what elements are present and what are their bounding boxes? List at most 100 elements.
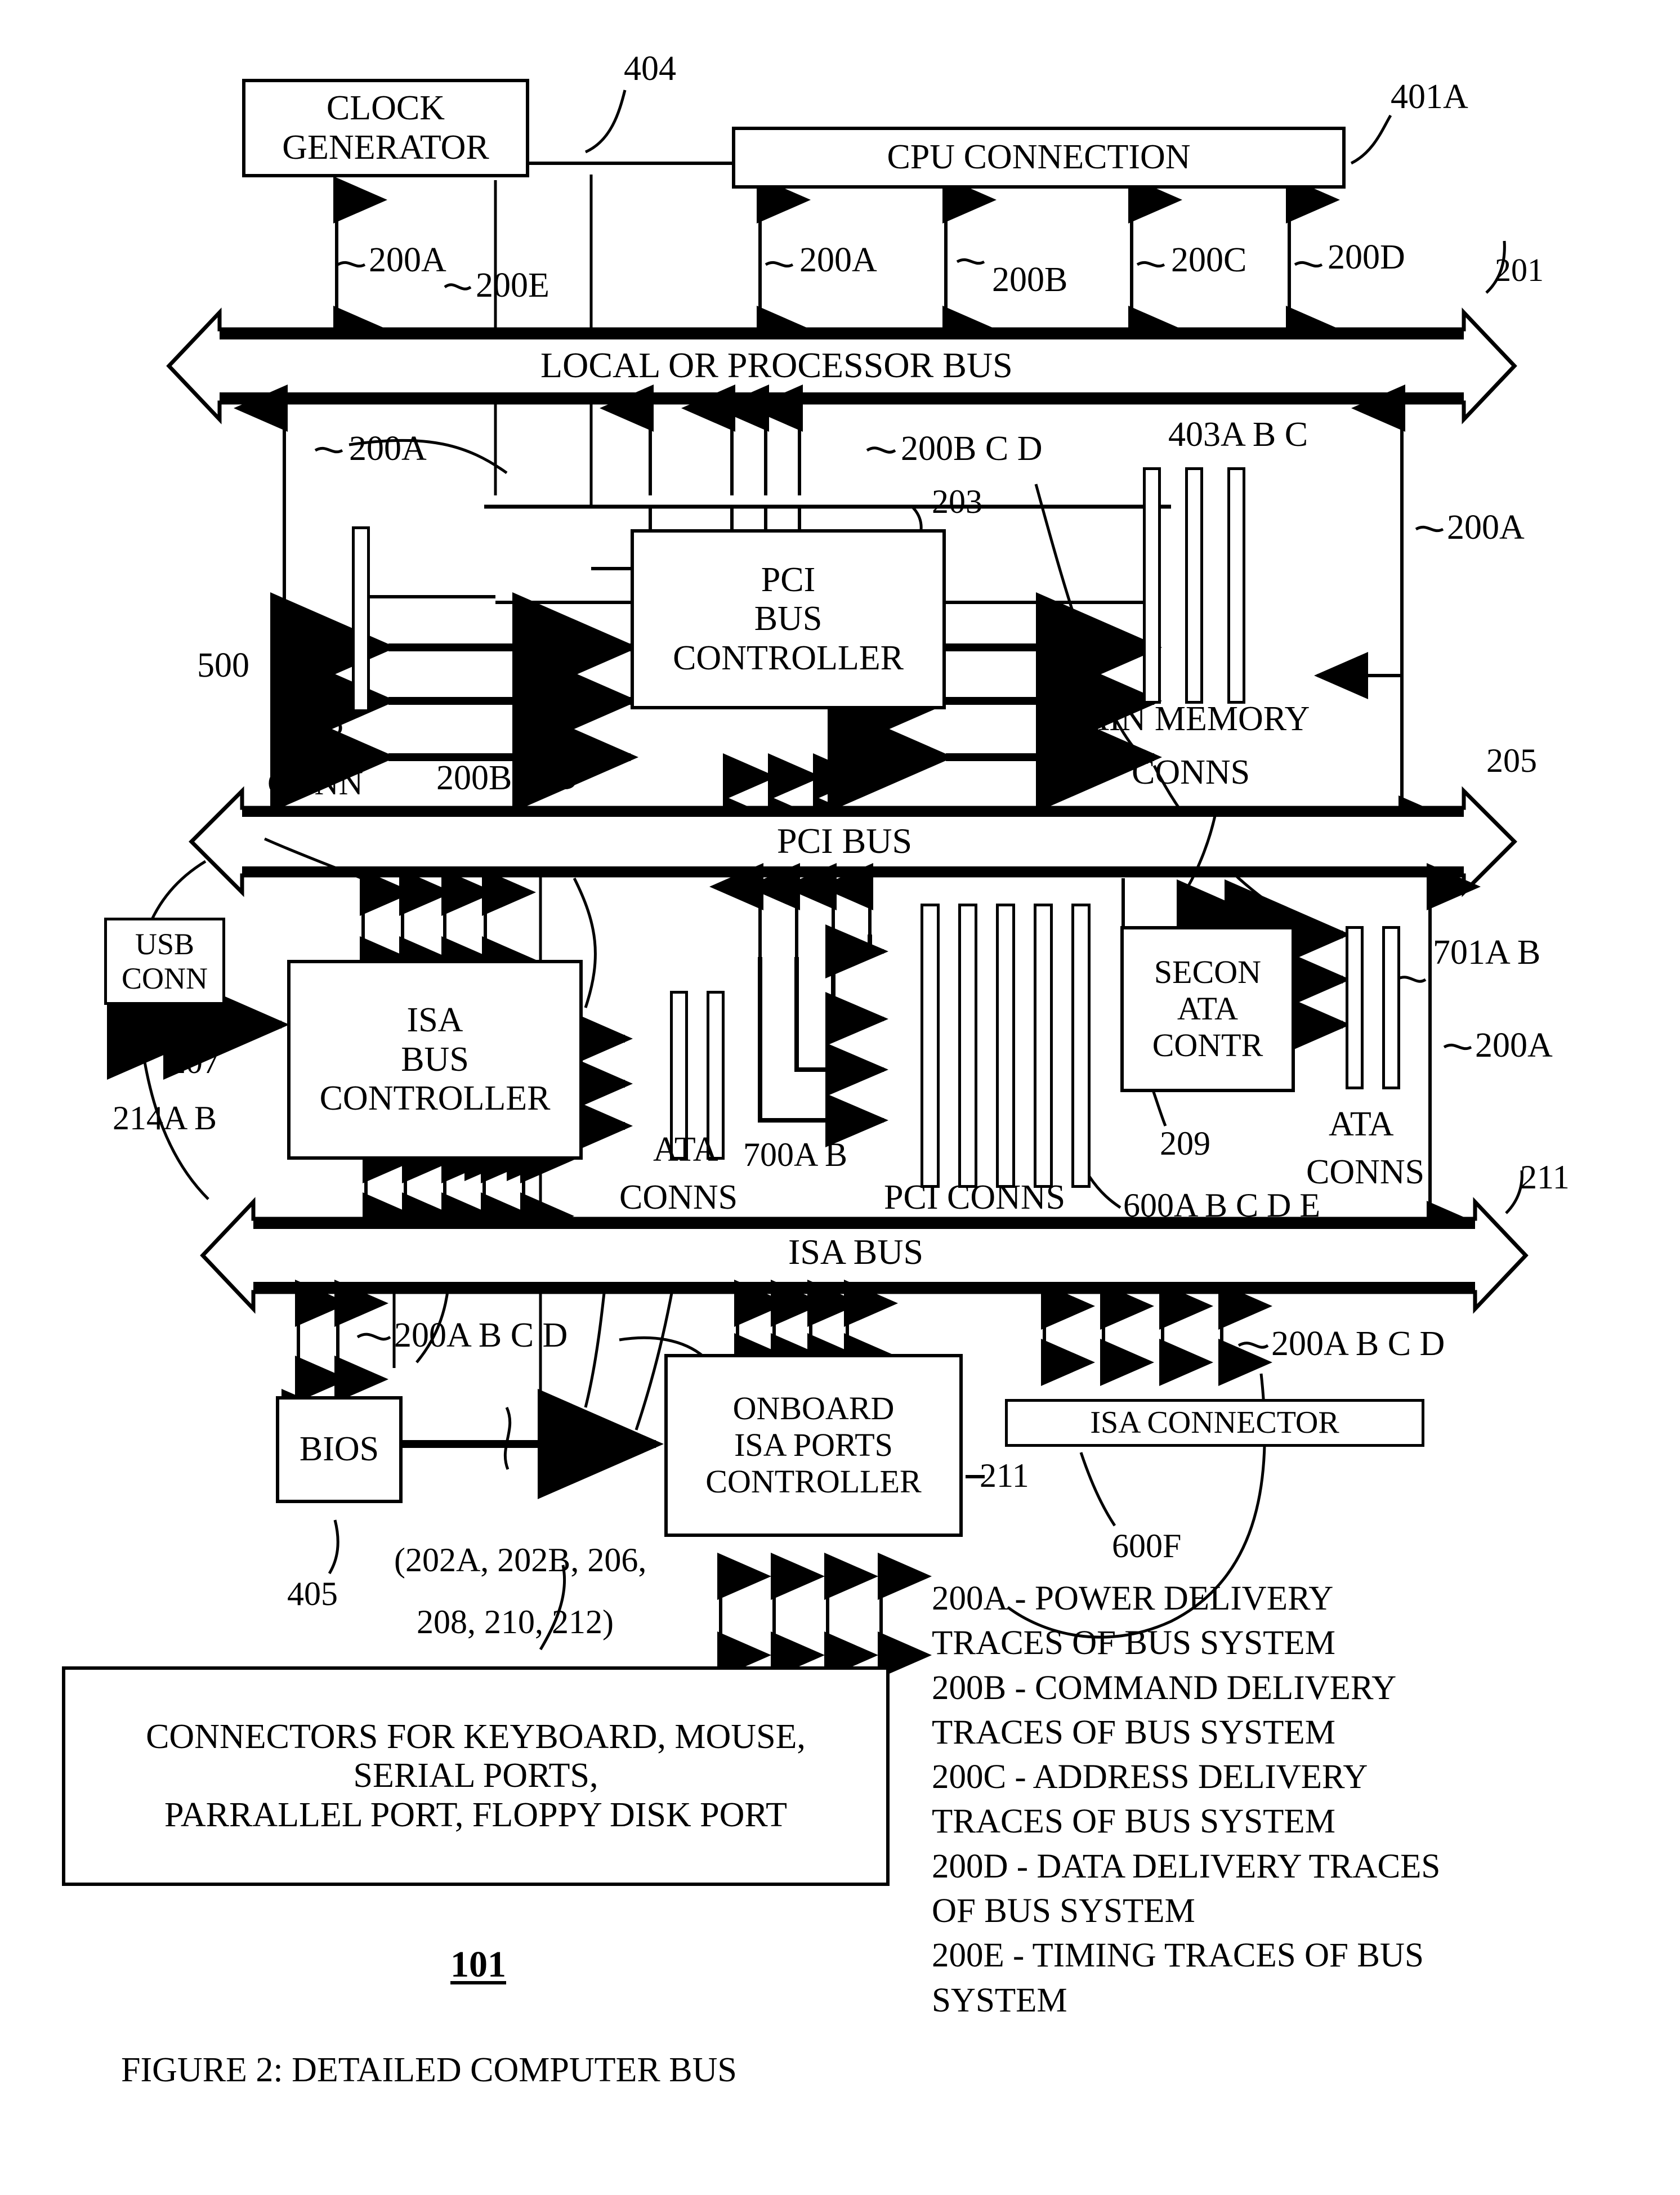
pci-connector-slot-600D [1034,904,1053,1188]
ref-701AB: 701A B [1433,933,1541,972]
secondary-ata-controller-line3: CONTR [1152,1026,1263,1063]
trace-label-200ABCD-right: 200A B C D [1271,1325,1445,1363]
cpu-connection-label: CPU CONNECTION [887,138,1191,177]
ports-group-ref-line1: (202A, 202B, 206, [394,1541,647,1579]
trace-label-200BCD-pci: 200B C D [436,759,578,797]
legend-code: 200B - COMMAND DELIVERY [932,1669,1397,1707]
clock-generator-block: CLOCK GENERATOR [242,79,529,177]
bios-label: BIOS [299,1430,379,1469]
trace-label-200D: 200D [1328,238,1405,276]
trace-label-200ABCD-left: 200A B C D [394,1316,568,1354]
io-connectors-line3: PARRALLEL PORT, FLOPPY DISK PORT [164,1795,787,1834]
pci-bus-controller-line1: PCI [761,560,816,599]
pci-bus-label: PCI BUS [777,821,913,861]
io-connectors-block: CONNECTORS FOR KEYBOARD, MOUSE, SERIAL P… [62,1666,890,1886]
ref-211-leader-dash [966,1475,985,1478]
pci-bus-controller-line3: CONTROLLER [673,638,904,677]
ref-203: 203 [932,483,982,520]
io-connectors-line1: CONNECTORS FOR KEYBOARD, MOUSE, [146,1717,806,1756]
legend-desc: TRACES OF BUS SYSTEM [932,1713,1335,1751]
isa-bus-controller-line3: CONTROLLER [319,1079,551,1118]
ata-conns-left-label-line2: CONNS [619,1178,738,1217]
main-memory-label-line1: MAIN MEMORY [1053,700,1310,738]
isa-bus-controller-line1: ISA [406,1001,463,1040]
bios-block: BIOS [276,1396,403,1503]
isa-connector-block: ISA CONNECTOR [1005,1399,1424,1447]
memory-slot-403A [1143,467,1161,704]
figure-caption: FIGURE 2: DETAILED COMPUTER BUS [121,2051,737,2089]
trace-label-200A-memory: 200A [1447,508,1525,547]
onboard-isa-ports-line3: CONTROLLER [705,1463,922,1500]
agp-connector-slot [352,526,370,712]
onboard-isa-ports-line1: ONBOARD [732,1390,895,1427]
legend-item: 200C - ADDRESS DELIVERY TRACES OF BUS SY… [932,1755,1669,1844]
legend-item: 200E - TIMING TRACES OF BUS SYSTEM [932,1933,1669,2023]
legend-item: 200B - COMMAND DELIVERY TRACES OF BUS SY… [932,1666,1669,1755]
trace-label-200B: 200B [992,261,1068,299]
legend-code: 200D - DATA DELIVERY TRACES [932,1847,1441,1885]
pci-bus-controller-line2: BUS [754,600,823,638]
ata-conns-left-label-line1: ATA [653,1130,718,1169]
legend-desc: OF BUS SYSTEM [932,1892,1195,1930]
legend-code: 200E - TIMING TRACES OF BUS [932,1937,1424,1975]
trace-label-200A-isa: 200A [1475,1026,1553,1065]
pci-connector-slot-600A [921,904,940,1188]
clock-generator-label-line2: GENERATOR [282,128,489,167]
ata-connector-slot-701B [1382,926,1400,1089]
isa-bus-controller-block: ISA BUS CONTROLLER [287,960,583,1160]
pci-conns-label: PCI CONNS [884,1178,1066,1217]
legend-code: 200A - POWER DELIVERY [932,1580,1334,1617]
ref-211-ports: 211 [980,1457,1029,1494]
system-ref-101: 101 [450,1944,506,1985]
memory-slot-403C [1227,467,1245,704]
ref-404: 404 [624,50,676,88]
ref-600F: 600F [1112,1527,1182,1564]
ref-211-bus: 211 [1520,1159,1570,1196]
trace-label-200A-clock: 200A [369,241,446,279]
ref-207: 207 [169,1043,220,1080]
agp-conn-label-line2: CONN [267,765,364,802]
ref-405: 405 [287,1575,338,1612]
trace-label-200BCD-upper: 200B C D [901,430,1043,468]
ref-201: 201 [1495,252,1544,288]
secondary-ata-controller-line2: ATA [1177,990,1239,1027]
ref-500: 500 [197,646,249,685]
legend-code: 200C - ADDRESS DELIVERY [932,1758,1368,1796]
ata-conns-right-label-line2: CONNS [1306,1153,1425,1191]
secondary-ata-controller-block: SECON ATA CONTR [1120,926,1295,1092]
pci-connector-slot-600B [958,904,977,1188]
legend: 200A - POWER DELIVERY TRACES OF BUS SYST… [932,1576,1669,2023]
legend-item: 200A - POWER DELIVERY TRACES OF BUS SYST… [932,1576,1669,1666]
legend-desc: TRACES OF BUS SYSTEM [932,1624,1335,1662]
io-connectors-line2: SERIAL PORTS, [353,1756,598,1795]
legend-desc: SYSTEM [932,1981,1067,2019]
ref-214AB: 214A B [113,1099,217,1137]
agp-conn-label-line1: AGP [276,714,344,751]
patent-figure-2: CLOCK GENERATOR CPU CONNECTION PCI BUS C… [0,0,1680,2195]
pci-connector-slot-600E [1071,904,1091,1188]
trace-label-200E: 200E [476,266,549,305]
onboard-isa-ports-line2: ISA PORTS [734,1427,893,1464]
ref-209: 209 [1160,1125,1210,1162]
isa-bus-controller-line2: BUS [401,1040,469,1079]
legend-desc: TRACES OF BUS SYSTEM [932,1803,1335,1841]
memory-slot-403B [1185,467,1203,704]
ports-group-ref-line2: 208, 210, 212) [417,1603,614,1640]
usb-connector-line1: USB [135,927,195,962]
ref-205: 205 [1486,742,1537,779]
legend-item: 200D - DATA DELIVERY TRACES OF BUS SYSTE… [932,1844,1669,1934]
trace-label-200C: 200C [1171,241,1247,279]
trace-label-200A-agp: 200A [349,430,427,468]
secondary-ata-controller-line1: SECON [1154,954,1262,991]
isa-bus-label: ISA BUS [788,1232,924,1272]
onboard-isa-ports-controller-block: ONBOARD ISA PORTS CONTROLLER [664,1354,963,1537]
ata-conns-right-label-line1: ATA [1329,1105,1394,1143]
usb-connector-line2: CONN [121,961,208,995]
pci-connector-slot-600C [996,904,1015,1188]
usb-connector-block: USB CONN [104,918,225,1005]
cpu-connection-block: CPU CONNECTION [732,127,1346,189]
trace-label-200A-cpu: 200A [799,241,877,279]
ata-connector-slot-701A [1346,926,1364,1089]
ref-600ABCDE: 600A B C D E [1123,1187,1321,1224]
isa-connector-label: ISA CONNECTOR [1090,1405,1339,1441]
